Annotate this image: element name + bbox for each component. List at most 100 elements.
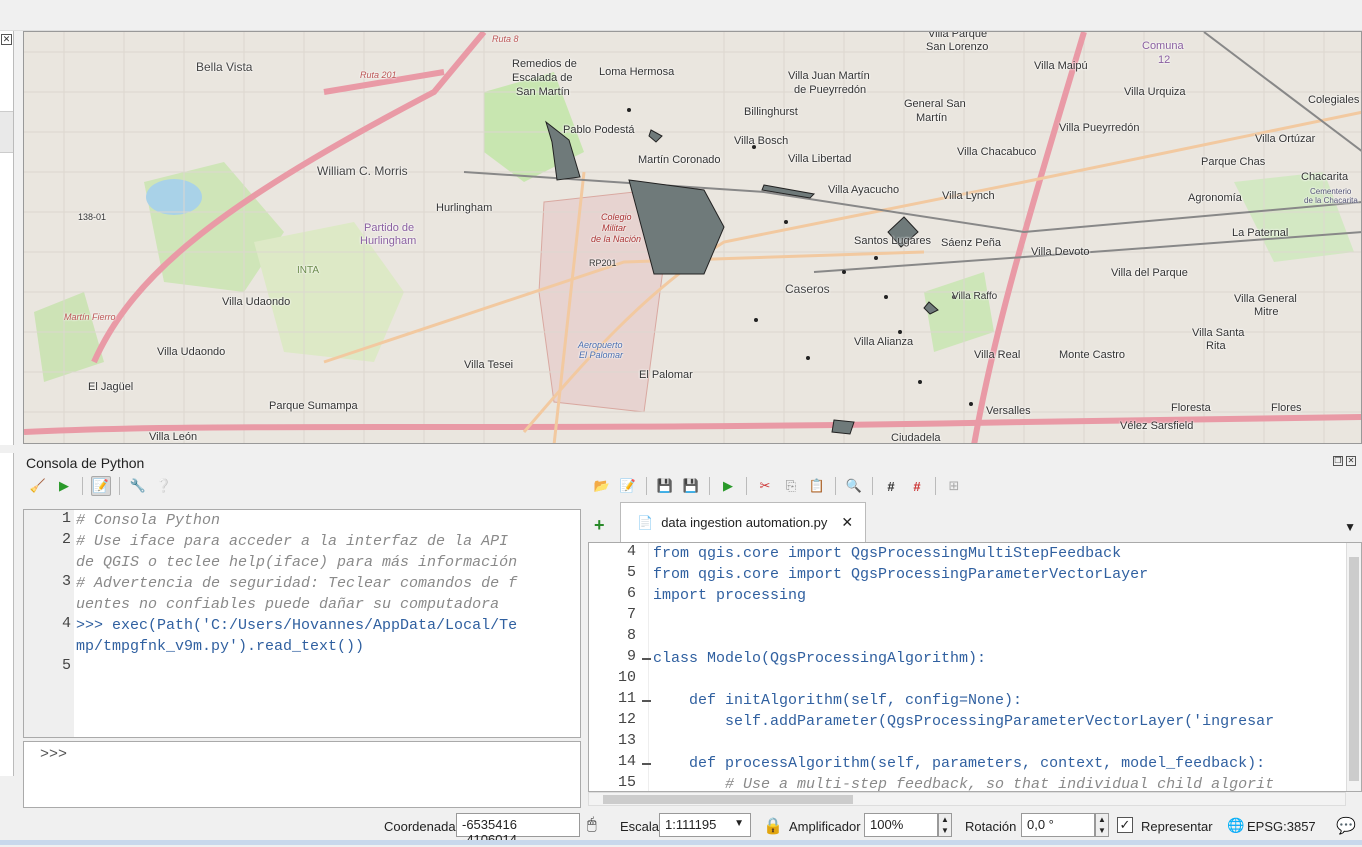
map-label: Parque Sumampa	[269, 400, 358, 412]
save-as-icon[interactable]: 💾	[681, 476, 701, 496]
new-tab-plus-icon[interactable]: +	[594, 516, 610, 534]
map-label: General San	[904, 98, 966, 110]
map-label: 138-01	[78, 212, 107, 222]
uncomment-icon[interactable]: #	[907, 476, 927, 496]
toolbar-separator	[82, 477, 83, 495]
map-label: Villa Alianza	[854, 336, 914, 348]
render-label: Representar	[1141, 819, 1213, 834]
code-editor[interactable]: 4 5 6 7 8 9 10 11 12 13 14 15 from qgis.…	[588, 542, 1362, 792]
editor-vertical-scrollbar[interactable]	[1346, 543, 1361, 791]
map-label: Villa Lynch	[942, 190, 995, 202]
editor-tab[interactable]: 📄 data ingestion automation.py ✕	[620, 502, 866, 542]
map-label: Vélez Sarsfield	[1120, 420, 1194, 432]
shell-line: uentes no confiables puede dañar su comp…	[76, 596, 500, 613]
map-label: San Lorenzo	[926, 41, 989, 53]
cut-icon[interactable]: ✂	[755, 476, 775, 496]
map-label: Ruta 201	[360, 70, 397, 80]
render-checkbox[interactable]: ✓	[1117, 817, 1133, 833]
rotation-field[interactable]: 0,0 °	[1021, 813, 1095, 837]
scrollbar-thumb[interactable]	[603, 795, 853, 804]
map-label: Flores	[1271, 402, 1302, 414]
line-number: 8	[626, 627, 636, 644]
find-icon[interactable]: 🔍	[844, 476, 864, 496]
code-line: from qgis.core import QgsProcessingParam…	[653, 566, 1149, 583]
map-label: Martín Coronado	[638, 154, 721, 166]
show-editor-icon[interactable]: 📝	[91, 476, 111, 496]
code-line: self.addParameter(QgsProcessingParameter…	[653, 713, 1275, 730]
map-label: 12	[1158, 54, 1171, 66]
scale-label: Escala	[620, 819, 660, 834]
left-panel-item[interactable]	[0, 111, 13, 153]
map-canvas[interactable]: Bella Vista Ruta 8 Ruta 201 Remedios de …	[23, 31, 1362, 444]
map-label: Villa Juan Martín	[788, 70, 870, 82]
fold-marker-icon[interactable]	[642, 658, 651, 660]
run-command-icon[interactable]: ▶	[54, 476, 74, 496]
paste-icon[interactable]: 📋	[807, 476, 827, 496]
help-icon[interactable]: ❔	[154, 476, 174, 496]
magnifier-field[interactable]: 100%	[864, 813, 938, 837]
fold-marker-icon[interactable]	[642, 700, 651, 702]
scale-combobox[interactable]: 1:111195 ▼	[659, 813, 751, 837]
line-number: 10	[617, 669, 636, 686]
line-number: 7	[626, 606, 636, 623]
toolbar-separator	[646, 477, 647, 495]
line-number: 14	[617, 753, 636, 770]
panel-splitter[interactable]	[0, 445, 1362, 453]
options-wrench-icon[interactable]: 🔧	[128, 476, 148, 496]
run-script-icon[interactable]: ▶	[718, 476, 738, 496]
clear-console-icon[interactable]: 🧹	[28, 476, 48, 496]
map-label: Colegio	[601, 212, 632, 222]
line-number: 3	[61, 573, 71, 590]
map-label: Villa Devoto	[1031, 246, 1090, 258]
editor-toolbar: 📂 📝 💾 💾 ▶ ✂ ⎘ 📋 🔍 # # ⊞	[592, 474, 964, 498]
editor-horizontal-scrollbar[interactable]	[588, 792, 1346, 806]
line-number: 9	[626, 648, 636, 665]
rotation-spinner[interactable]: ▲ ▼	[1095, 813, 1109, 837]
crs-label[interactable]: EPSG:3857	[1247, 819, 1316, 834]
map-label: Aeropuerto	[578, 340, 623, 350]
close-icon[interactable]: ✕	[1, 34, 12, 45]
float-icon[interactable]: ❐	[1333, 456, 1343, 466]
chevron-down-icon[interactable]: ▼	[734, 818, 744, 829]
map-label: Villa Real	[974, 349, 1021, 361]
globe-icon[interactable]: 🌐	[1227, 817, 1244, 834]
lock-scale-icon[interactable]: 🔒	[763, 816, 783, 836]
close-tab-icon[interactable]: ✕	[841, 514, 853, 531]
map-label: Hurlingham	[360, 235, 417, 247]
line-number: 15	[617, 774, 636, 791]
map-label: de la Nación	[591, 234, 642, 244]
mouse-coordinate-toggle-icon[interactable]: 🖱	[587, 816, 597, 834]
open-file-icon[interactable]: 📂	[592, 476, 612, 496]
save-icon[interactable]: 💾	[655, 476, 675, 496]
map-label: Villa del Parque	[1111, 267, 1188, 279]
line-number: 1	[61, 510, 71, 527]
comment-icon[interactable]: #	[881, 476, 901, 496]
map-label: Villa Maipú	[1034, 60, 1088, 72]
close-icon[interactable]: ✕	[1346, 456, 1356, 466]
python-shell-output[interactable]: 1 2 3 4 5 # Consola Python # Use iface p…	[23, 509, 581, 738]
magnifier-spinner[interactable]: ▲ ▼	[938, 813, 952, 837]
map-label: Monte Castro	[1059, 349, 1126, 361]
open-in-external-editor-icon[interactable]: 📝	[618, 476, 638, 496]
line-number: 11	[617, 690, 636, 707]
code-line: def processAlgorithm(self, parameters, c…	[653, 755, 1266, 772]
coordinate-field[interactable]: -6535416 -4106014	[456, 813, 580, 847]
tab-list-dropdown-icon[interactable]: ▼	[1344, 520, 1356, 534]
fold-marker-icon[interactable]	[642, 763, 651, 765]
left-dock-panel: ✕	[0, 31, 14, 776]
messages-icon[interactable]: 💬	[1336, 816, 1356, 836]
shell-line: mp/tmpgfnk_v9m.py').read_text())	[76, 638, 365, 655]
map-label: Bella Vista	[196, 60, 253, 74]
map-label: Colegiales	[1308, 94, 1360, 106]
line-number: 4	[61, 615, 71, 632]
map-label: Ciudadela	[891, 432, 941, 444]
scrollbar-thumb[interactable]	[1349, 557, 1359, 781]
map-label: Villa Ayacucho	[828, 184, 900, 196]
copy-icon[interactable]: ⎘	[781, 476, 801, 496]
map-label: Villa León	[149, 431, 198, 443]
object-inspector-icon[interactable]: ⊞	[944, 476, 964, 496]
shell-input[interactable]: >>>	[23, 741, 581, 808]
map-label: Villa Chacabuco	[957, 146, 1037, 158]
map-label: Caseros	[785, 282, 830, 296]
map-label: San Martín	[516, 86, 570, 98]
